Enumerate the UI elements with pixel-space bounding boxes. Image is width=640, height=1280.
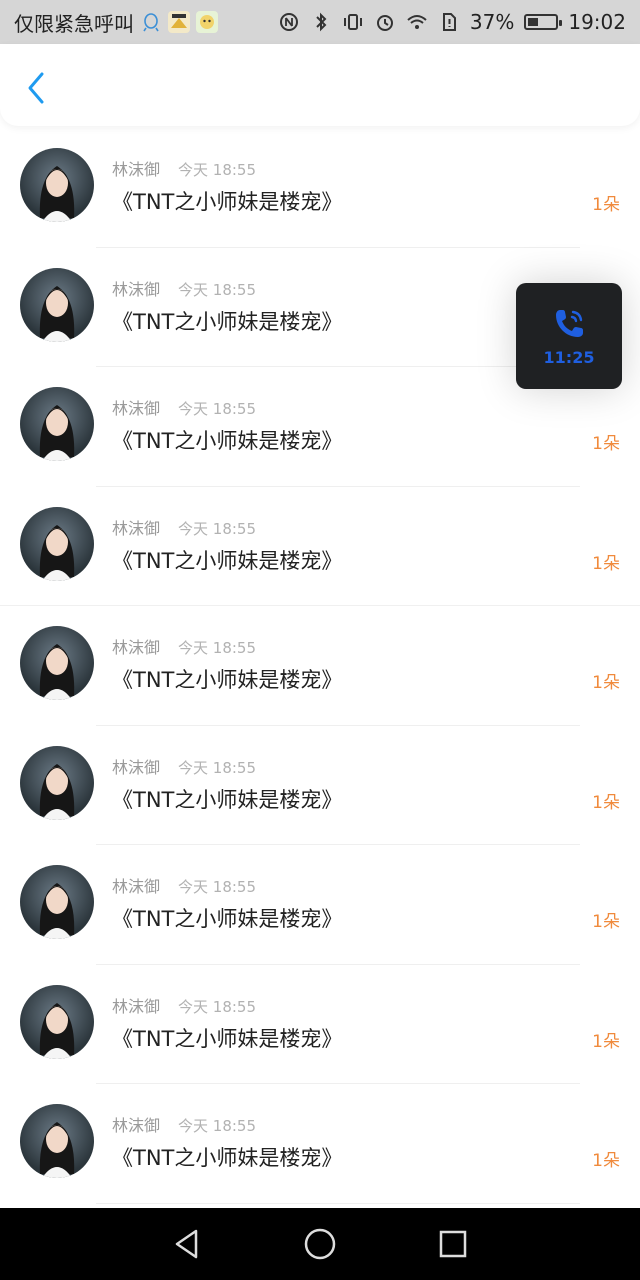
chevron-left-icon — [28, 72, 44, 104]
floating-call-button[interactable]: 11:25 — [516, 283, 622, 389]
list-item[interactable]: 林沫御 今天 18:55 《TNT之小师妹是楼宠》 1朵 — [0, 487, 640, 606]
user-name: 林沫御 — [112, 996, 161, 1016]
clock: 19:02 — [568, 10, 626, 34]
meta-row: 林沫御 今天 18:55 — [112, 395, 256, 419]
home-circle-icon — [304, 1228, 336, 1260]
book-title: 《TNT之小师妹是楼宠》 — [112, 907, 343, 931]
vibrate-icon — [342, 11, 364, 33]
flower-count: 1朵 — [592, 195, 620, 215]
back-button[interactable] — [18, 68, 54, 108]
timestamp: 今天 18:55 — [178, 997, 257, 1016]
meta-row: 林沫御 今天 18:55 — [112, 276, 256, 300]
app-icon-nika — [168, 11, 190, 33]
nfc-icon — [278, 11, 300, 33]
timestamp: 今天 18:55 — [178, 758, 257, 777]
list-item[interactable]: 林沫御 今天 18:55 《TNT之小师妹是楼宠》 1朵 — [0, 606, 640, 726]
user-name: 林沫御 — [112, 877, 161, 896]
nav-back-button[interactable] — [165, 1222, 209, 1266]
battery-percent: 37% — [469, 10, 515, 34]
sim-alert-icon — [438, 11, 460, 33]
book-title: 《TNT之小师妹是楼宠》 — [112, 429, 343, 453]
avatar[interactable] — [20, 506, 94, 581]
nav-recents-button[interactable] — [431, 1222, 475, 1266]
recents-square-icon — [440, 1230, 467, 1258]
back-triangle-icon — [175, 1229, 197, 1259]
avatar[interactable] — [20, 1104, 94, 1178]
book-title: 《TNT之小师妹是楼宠》 — [112, 1026, 343, 1051]
avatar[interactable] — [20, 387, 94, 461]
timestamp: 今天 18:55 — [178, 1117, 257, 1135]
timestamp: 今天 18:55 — [178, 878, 257, 896]
user-name: 林沫御 — [112, 518, 161, 538]
book-title: 《TNT之小师妹是楼宠》 — [112, 190, 343, 214]
divider — [96, 1202, 580, 1204]
call-duration: 11:25 — [543, 347, 595, 367]
alarm-icon — [374, 11, 396, 33]
header — [0, 44, 640, 126]
meta-row: 林沫御 今天 18:55 — [112, 873, 256, 897]
avatar[interactable] — [20, 267, 94, 342]
user-name: 林沫御 — [112, 1116, 161, 1135]
qq-icon — [140, 11, 162, 33]
list-item[interactable]: 林沫御 今天 18:55 《TNT之小师妹是楼宠》 1朵 — [0, 128, 640, 248]
flower-count: 1朵 — [592, 553, 620, 574]
list-item[interactable]: 林沫御 今天 18:55 《TNT之小师妹是楼宠》 1朵 — [0, 845, 640, 965]
meta-row: 林沫御 今天 18:55 — [112, 156, 256, 180]
status-right: 37% ⚡ 19:02 — [278, 10, 626, 34]
flower-count: 1朵 — [592, 1151, 620, 1171]
timestamp: 今天 18:55 — [178, 519, 257, 538]
timestamp: 今天 18:55 — [178, 280, 257, 299]
list-item[interactable]: 林沫御 今天 18:55 《TNT之小师妹是楼宠》 1朵 — [0, 965, 640, 1084]
wifi-icon — [406, 11, 428, 33]
user-name: 林沫御 — [112, 279, 161, 299]
page: 仅限紧急呼叫 37% ⚡ 19:02 林沫御 今天 18:55 《TNT之小师妹… — [0, 0, 640, 1280]
book-title: 《TNT之小师妹是楼宠》 — [112, 1146, 343, 1170]
app-icon-face — [196, 11, 218, 33]
carrier-text: 仅限紧急呼叫 — [14, 11, 134, 36]
battery-icon: ⚡ — [524, 14, 563, 30]
avatar[interactable] — [20, 984, 94, 1059]
avatar[interactable] — [20, 865, 94, 939]
flower-count: 1朵 — [592, 673, 620, 693]
timestamp: 今天 18:55 — [178, 161, 257, 179]
status-bar: 仅限紧急呼叫 37% ⚡ 19:02 — [0, 0, 640, 44]
user-name: 林沫御 — [112, 160, 161, 179]
list-item[interactable]: 林沫御 今天 18:55 《TNT之小师妹是楼宠》 1朵 — [0, 726, 640, 845]
meta-row: 林沫御 今天 18:55 — [112, 754, 256, 778]
book-title: 《TNT之小师妹是楼宠》 — [112, 787, 343, 812]
phone-icon — [556, 309, 583, 337]
bluetooth-icon — [310, 11, 332, 33]
book-title: 《TNT之小师妹是楼宠》 — [112, 548, 343, 573]
flower-count: 1朵 — [592, 434, 620, 454]
status-left: 仅限紧急呼叫 — [14, 8, 218, 37]
flower-count: 1朵 — [592, 912, 620, 932]
flower-count: 1朵 — [592, 1031, 620, 1052]
charging-bolt-icon: ⚡ — [537, 15, 546, 29]
meta-row: 林沫御 今天 18:55 — [112, 1112, 256, 1136]
nav-home-button[interactable] — [298, 1222, 342, 1266]
book-title: 《TNT之小师妹是楼宠》 — [112, 309, 343, 334]
meta-row: 林沫御 今天 18:55 — [112, 634, 256, 658]
avatar[interactable] — [20, 148, 94, 222]
meta-row: 林沫御 今天 18:55 — [112, 993, 256, 1017]
list-item[interactable]: 林沫御 今天 18:55 《TNT之小师妹是楼宠》 1朵 — [0, 1084, 640, 1204]
timestamp: 今天 18:55 — [178, 639, 257, 657]
flower-count: 1朵 — [592, 792, 620, 813]
book-title: 《TNT之小师妹是楼宠》 — [112, 668, 343, 692]
system-nav-bar — [0, 1208, 640, 1280]
avatar[interactable] — [20, 626, 94, 700]
avatar[interactable] — [20, 745, 94, 820]
user-name: 林沫御 — [112, 638, 161, 657]
timestamp: 今天 18:55 — [178, 400, 257, 418]
meta-row: 林沫御 今天 18:55 — [112, 515, 256, 539]
user-name: 林沫御 — [112, 757, 161, 777]
user-name: 林沫御 — [112, 399, 161, 418]
